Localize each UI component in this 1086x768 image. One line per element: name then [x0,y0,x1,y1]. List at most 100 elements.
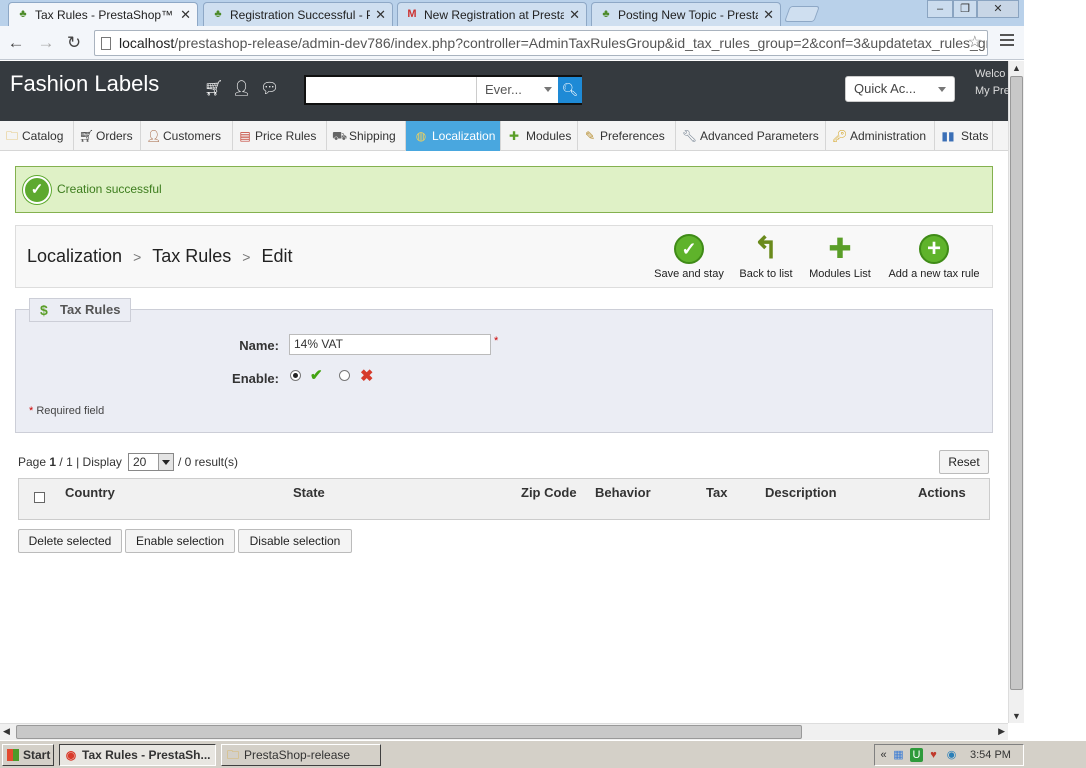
delete-selected-button[interactable]: Delete selected [18,529,122,553]
quick-access-select[interactable]: Quick Ac... [845,76,955,102]
required-field-note: * Required field [29,405,104,417]
menu-item-advanced-parameters[interactable]: 🔧︎ Advanced Parameters [676,121,826,151]
add-new-tax-rule-button[interactable]: + Add a new tax rule [886,234,982,280]
employee-welcome[interactable]: Welco My Pre [975,66,1010,100]
scroll-right-icon[interactable]: ▶ [998,726,1005,737]
menu-item-customers[interactable]: 👤︎ Customers [141,121,233,151]
tab-registration-successful[interactable]: ♣ Registration Successful - Pre ✕ [203,2,393,26]
taskbar-item-folder[interactable]: 🗀 PrestaShop-release [221,744,381,766]
search-button[interactable]: 🔍︎ [558,77,582,103]
globe-icon: ◍ [415,129,427,143]
back-arrow-icon[interactable]: ← [6,33,26,53]
taskbar-item-chrome[interactable]: ◉ Tax Rules - PrestaSh... [59,744,216,766]
column-header-country[interactable]: Country [65,485,115,500]
menu-item-catalog[interactable]: 🗀 Catalog [0,121,74,151]
system-tray: « ▦ U ♥ ◉ 3:54 PM [874,744,1024,766]
enable-no-radio[interactable] [339,370,350,381]
bookmark-star-icon[interactable]: ☆ [968,31,982,55]
column-header-state[interactable]: State [293,485,325,500]
chevron-down-icon [938,87,946,92]
required-mark: * [494,335,499,347]
column-header-tax[interactable]: Tax [706,485,727,500]
forward-arrow-icon[interactable]: → [36,33,56,53]
scroll-down-icon[interactable]: ▼ [1012,711,1021,721]
messages-notification-icon[interactable]: 💬︎ [260,79,279,97]
menu-item-label: Catalog [22,129,64,143]
disable-selection-button[interactable]: Disable selection [238,529,352,553]
user-icon: 👤︎ [146,129,162,143]
tab-tax-rules[interactable]: ♣ Tax Rules - PrestaShop™ ✕ [8,2,198,26]
restore-button[interactable]: ❐ [953,0,977,18]
column-header-zip-code[interactable]: Zip Code [521,485,577,500]
app-tray-icon[interactable]: U [910,748,923,762]
tab-close-icon[interactable]: ✕ [375,7,386,23]
column-header-description[interactable]: Description [765,485,837,500]
back-to-list-button[interactable]: ↰ Back to list [737,234,795,281]
modules-list-label: Modules List [809,268,871,280]
puzzle-icon: ✚ [508,129,520,143]
menu-item-administration[interactable]: 🔑︎ Administration [826,121,935,151]
name-input[interactable]: 14% VAT [289,334,491,355]
heart-icon[interactable]: ♥ [927,748,940,762]
my-preferences-link[interactable]: My Pre [975,83,1010,100]
status-icon[interactable]: ◉ [945,748,958,762]
start-button[interactable]: Start [2,744,54,766]
breadcrumb-localization[interactable]: Localization [27,246,122,266]
modules-list-button[interactable]: ✚ Modules List [808,234,872,281]
scroll-left-icon[interactable]: ◀ [3,726,10,737]
bar-chart-icon: ▮▮ [941,129,955,143]
search-icon: 🔍︎ [561,82,579,97]
scroll-up-icon[interactable]: ▲ [1012,63,1021,73]
search-input[interactable] [306,77,476,103]
page-current: 1 [49,455,57,469]
column-header-behavior[interactable]: Behavior [595,485,651,500]
vertical-scrollbar[interactable]: ▲ ▼ [1008,61,1024,723]
menu-item-orders[interactable]: 🛒︎ Orders [74,121,141,151]
menu-item-preferences[interactable]: ✎ Preferences [578,121,676,151]
tab-new-registration[interactable]: M New Registration at PrestaSh ✕ [397,2,587,26]
new-tab-button[interactable] [784,6,820,22]
enable-yes-radio[interactable] [290,370,301,381]
display-per-page-select[interactable]: 20 [128,453,174,471]
reload-icon[interactable]: ↻ [64,33,84,53]
minimize-button[interactable]: ‒ [927,0,953,18]
chrome-icon: ◉ [65,748,77,762]
admin-header: Fashion Labels 🛒︎ 👤︎ 💬︎ Ever... 🔍︎ Quick… [0,61,1010,121]
tray-expand-icon[interactable]: « [877,748,890,762]
reset-button[interactable]: Reset [939,450,989,474]
menu-item-shipping[interactable]: ⛟ Shipping [327,121,406,151]
vertical-scroll-thumb[interactable] [1010,76,1023,690]
search-scope-select[interactable]: Ever... [476,77,558,103]
save-and-stay-button[interactable]: ✓ Save and stay [653,234,725,280]
wrench-icon: 🔧︎ [682,129,698,143]
success-alert: ✓ Creation successful [15,166,993,213]
tab-posting-new-topic[interactable]: ♣ Posting New Topic - PrestaSh ✕ [591,2,781,26]
tab-close-icon[interactable]: ✕ [763,7,774,23]
enable-selection-button[interactable]: Enable selection [125,529,235,553]
close-window-button[interactable]: ✕ [977,0,1019,18]
tab-close-icon[interactable]: ✕ [569,7,580,23]
cart-notification-icon[interactable]: 🛒︎ [204,79,223,97]
menu-item-modules[interactable]: ✚ Modules [501,121,578,151]
disabled-cross-icon[interactable]: ✖ [360,366,373,386]
menu-item-price-rules[interactable]: ▤ Price Rules [233,121,327,151]
tab-close-icon[interactable]: ✕ [180,7,191,23]
customers-notification-icon[interactable]: 👤︎ [232,79,251,97]
menu-item-localization[interactable]: ◍ Localization [406,121,501,151]
browser-menu-icon[interactable] [1000,34,1014,50]
clock: 3:54 PM [970,749,1011,761]
breadcrumb-tax-rules[interactable]: Tax Rules [152,246,231,266]
menu-item-label: Preferences [600,129,665,143]
save-and-stay-label: Save and stay [654,268,724,280]
breadcrumb: Localization > Tax Rules > Edit [27,246,293,267]
network-icon[interactable]: ▦ [892,748,905,762]
horizontal-scrollbar[interactable]: ◀ ▶ [0,723,1008,740]
breadcrumb-edit: Edit [261,246,293,266]
horizontal-scroll-thumb[interactable] [16,725,802,739]
select-all-checkbox[interactable] [34,492,45,503]
address-bar[interactable]: localhost/prestashop-release/admin-dev78… [94,30,988,56]
enabled-check-icon[interactable]: ✔ [310,366,323,384]
menu-item-label: Modules [526,129,572,143]
shop-name[interactable]: Fashion Labels [10,71,159,97]
menu-item-stats[interactable]: ▮▮ Stats [935,121,993,151]
